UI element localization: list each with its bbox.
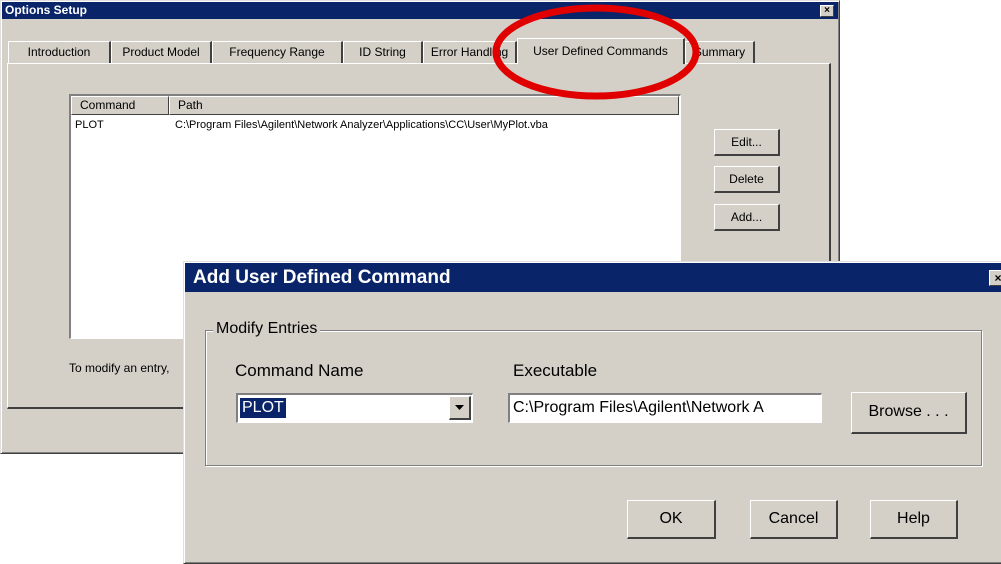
group-label: Modify Entries [213, 319, 321, 339]
column-header-path[interactable]: Path [169, 96, 679, 115]
dialog-titlebar[interactable]: Add User Defined Command × [185, 263, 1001, 292]
tab-introduction[interactable]: Introduction [8, 41, 111, 63]
hint-text: To modify an entry, [69, 361, 170, 375]
add-button[interactable]: Add... [714, 204, 780, 231]
ok-button[interactable]: OK [627, 500, 716, 539]
table-row[interactable]: PLOT C:\Program Files\Agilent\Network An… [71, 118, 679, 133]
help-button[interactable]: Help [870, 500, 958, 539]
close-icon[interactable]: × [989, 270, 1001, 286]
tab-product-model[interactable]: Product Model [111, 41, 212, 63]
tab-frequency-range[interactable]: Frequency Range [212, 41, 343, 63]
cancel-button[interactable]: Cancel [750, 500, 838, 539]
options-setup-titlebar[interactable]: Options Setup × [2, 2, 838, 19]
command-name-combo[interactable]: PLOT [236, 393, 473, 423]
command-name-value: PLOT [240, 398, 286, 418]
close-icon[interactable]: × [820, 5, 834, 17]
tab-summary[interactable]: Summary [685, 41, 755, 63]
cell-path: C:\Program Files\Agilent\Network Analyze… [175, 119, 548, 131]
dropdown-button[interactable] [449, 396, 471, 420]
window-title: Options Setup [5, 3, 87, 17]
edit-button[interactable]: Edit... [714, 129, 780, 156]
cell-command: PLOT [75, 119, 104, 131]
tab-id-string[interactable]: ID String [343, 41, 423, 63]
executable-label: Executable [513, 361, 598, 380]
delete-button[interactable]: Delete [714, 166, 780, 193]
tab-user-defined-commands[interactable]: User Defined Commands [517, 38, 685, 64]
add-command-dialog: Add User Defined Command × Modify Entrie… [183, 261, 1001, 564]
chevron-down-icon [455, 405, 464, 410]
column-header-command[interactable]: Command [71, 96, 169, 115]
command-name-label: Command Name [235, 361, 364, 380]
executable-field[interactable]: C:\Program Files\Agilent\Network A [508, 393, 822, 423]
browse-button[interactable]: Browse . . . [851, 392, 967, 434]
dialog-title: Add User Defined Command [193, 267, 451, 288]
tab-error-handling[interactable]: Error Handling [423, 41, 517, 63]
